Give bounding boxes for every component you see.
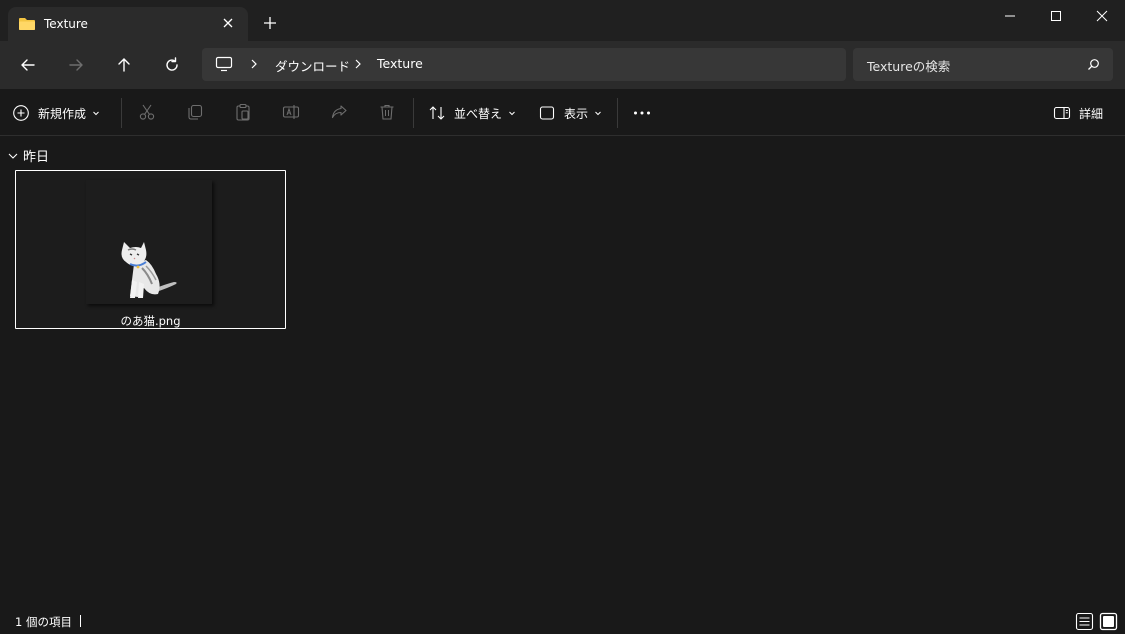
group-header-yesterday[interactable]: 昨日 [7,146,49,165]
ellipsis-icon[interactable] [632,102,652,122]
navigation-bar: ダウンロード Texture Textureの検索 [0,41,1125,89]
status-bar: 1 個の項目 [0,609,1125,634]
view-icon [539,106,555,120]
sort-button[interactable]: 並べ替え [428,99,518,127]
maximize-button[interactable] [1033,0,1079,32]
status-divider [80,615,81,627]
plus-circle-icon [13,105,29,121]
arrow-up-icon[interactable] [113,54,135,76]
details-view-icon[interactable] [1075,612,1094,631]
chevron-down-icon [509,111,515,116]
window-close-button[interactable] [1079,0,1125,32]
sort-icon [429,106,445,120]
search-input[interactable]: Textureの検索 [867,56,950,75]
chevron-down-icon [93,111,99,116]
tab-texture[interactable]: Texture [8,7,248,41]
view-label: 表示 [564,106,589,121]
search-icon[interactable] [1087,58,1100,71]
details-pane-icon [1053,106,1071,120]
trash-icon[interactable] [377,102,397,122]
sort-label: 並べ替え [454,106,503,121]
arrow-left-icon[interactable] [17,54,39,76]
toolbar-divider [413,98,414,128]
file-thumbnail [86,180,212,304]
clipboard-icon[interactable] [233,102,253,122]
minimize-icon [1005,15,1015,17]
folder-icon [19,18,35,30]
share-icon[interactable] [329,102,349,122]
chevron-down-icon[interactable] [7,150,19,162]
copy-icon[interactable] [185,102,205,122]
maximize-icon [1051,11,1061,21]
new-button[interactable]: 新規作成 [12,99,102,127]
close-icon [1096,10,1108,22]
monitor-icon[interactable] [215,56,233,72]
command-bar: 新規作成 並べ替え 表示 詳細 [0,89,1125,136]
view-button[interactable]: 表示 [538,99,604,127]
close-icon[interactable] [220,15,236,31]
title-bar: Texture [0,0,1125,41]
file-name-label: のあ猫.png [120,314,181,328]
chevron-right-icon[interactable] [248,58,260,70]
chevron-right-icon[interactable] [352,58,364,70]
group-label: 昨日 [23,150,50,165]
refresh-icon[interactable] [161,54,183,76]
toolbar-divider [121,98,122,128]
tab-label: Texture [44,17,88,31]
chevron-down-icon [595,111,601,116]
details-pane-button[interactable]: 詳細 [1053,99,1103,127]
plus-icon[interactable] [262,15,278,31]
breadcrumb-texture[interactable]: Texture [377,56,423,71]
breadcrumb-downloads[interactable]: ダウンロード [275,56,350,75]
details-label: 詳細 [1079,106,1104,121]
minimize-button[interactable] [987,0,1033,32]
scissors-icon[interactable] [137,102,157,122]
file-item[interactable]: のあ猫.png [15,170,286,329]
rename-icon[interactable] [281,102,301,122]
file-explorer-window: Texture ダウンロード Texture Textureの検索 新規作成 並… [0,0,1125,634]
toolbar-divider [617,98,618,128]
address-bar[interactable]: ダウンロード Texture [202,48,846,81]
cat-image [121,242,177,298]
search-box[interactable]: Textureの検索 [853,48,1113,81]
arrow-right-icon[interactable] [65,54,87,76]
item-count: 1 個の項目 [15,615,72,629]
thumbnail-view-icon[interactable] [1099,612,1118,631]
new-label: 新規作成 [38,106,87,121]
